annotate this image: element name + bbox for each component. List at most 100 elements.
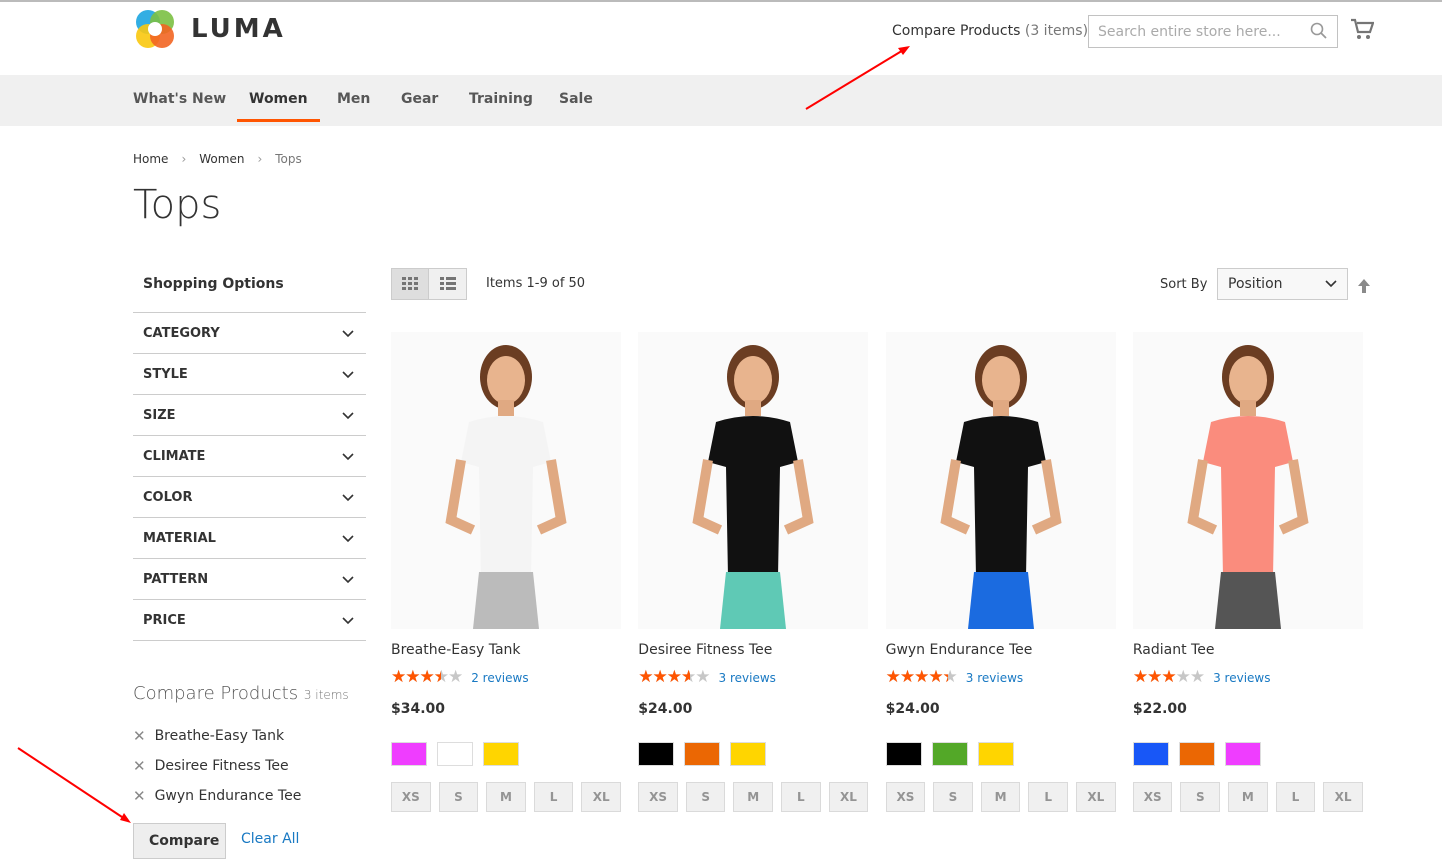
color-swatch[interactable] [1224, 742, 1261, 766]
color-swatch[interactable] [977, 742, 1014, 766]
size-option[interactable]: XS [885, 782, 926, 812]
color-swatch[interactable] [931, 742, 968, 766]
color-swatches [885, 742, 1116, 766]
chevron-down-icon [342, 371, 354, 379]
product-name[interactable]: Desiree Fitness Tee [638, 642, 868, 658]
product-image[interactable] [885, 332, 1116, 629]
product-rating: ★★★★★★★★★★ 3 reviews [886, 669, 1116, 686]
filter-color[interactable]: COLOR [133, 477, 366, 518]
size-option[interactable]: S [438, 782, 479, 812]
product-price: $24.00 [638, 701, 693, 717]
filter-price[interactable]: PRICE [133, 600, 366, 641]
logo[interactable]: LUMA [133, 7, 286, 51]
size-option[interactable]: L [1275, 782, 1316, 812]
color-swatch[interactable] [1132, 742, 1169, 766]
filter-climate[interactable]: CLIMATE [133, 436, 366, 477]
nav-men[interactable]: Men [337, 91, 370, 107]
size-option[interactable]: M [486, 782, 526, 812]
nav-women[interactable]: Women [237, 91, 320, 122]
product-image[interactable] [638, 332, 869, 629]
size-option[interactable]: XS [638, 782, 678, 812]
color-swatch[interactable] [483, 742, 519, 766]
color-swatch[interactable] [885, 742, 922, 766]
product-image[interactable] [1132, 332, 1363, 629]
compare-item-name[interactable]: Breathe-Easy Tank [155, 728, 285, 744]
size-option[interactable]: L [1028, 782, 1068, 812]
nav-whats-new[interactable]: What's New [133, 91, 226, 107]
breadcrumb-home[interactable]: Home [133, 152, 168, 166]
grid-view-icon[interactable] [392, 269, 429, 299]
filter-label: MATERIAL [143, 530, 216, 546]
reviews-link[interactable]: 3 reviews [719, 671, 776, 685]
size-option[interactable]: XS [1132, 782, 1173, 812]
size-option[interactable]: M [733, 782, 774, 812]
color-swatch[interactable] [730, 742, 767, 766]
breadcrumb-women[interactable]: Women [199, 152, 244, 166]
product-name[interactable]: Breathe-Easy Tank [391, 642, 621, 658]
clear-all-link[interactable]: Clear All [241, 831, 299, 847]
compare-item-name[interactable]: Desiree Fitness Tee [155, 758, 289, 774]
reviews-link[interactable]: 2 reviews [471, 671, 528, 685]
filter-style[interactable]: STYLE [133, 354, 366, 395]
toolbar-amount: Items 1-9 of 50 [486, 276, 586, 291]
search-input[interactable]: Search entire store here... [1088, 15, 1338, 48]
product-rating: ★★★★★★★★★★ 2 reviews [391, 669, 621, 686]
size-option[interactable]: XL [828, 782, 869, 812]
filter-pattern[interactable]: PATTERN [133, 559, 366, 600]
nav-sale[interactable]: Sale [559, 91, 593, 107]
size-option[interactable]: S [685, 782, 726, 812]
breadcrumb-current: Tops [275, 152, 302, 166]
color-swatch[interactable] [437, 742, 473, 766]
nav-training[interactable]: Training [469, 91, 533, 107]
search-icon[interactable] [1310, 22, 1328, 40]
color-swatch[interactable] [638, 742, 675, 766]
filter-category[interactable]: CATEGORY [133, 313, 366, 354]
filter-label: PRICE [143, 612, 186, 628]
product-image[interactable] [391, 332, 621, 629]
sort-by-select[interactable]: Position [1217, 268, 1348, 300]
remove-icon[interactable]: ✕ [133, 787, 146, 805]
size-option[interactable]: XS [391, 782, 431, 812]
remove-icon[interactable]: ✕ [133, 757, 146, 775]
sort-direction-arrow-icon[interactable] [1357, 278, 1371, 294]
color-swatch[interactable] [391, 742, 427, 766]
nav-gear[interactable]: Gear [401, 91, 438, 107]
size-option[interactable]: L [533, 782, 574, 812]
size-option[interactable]: L [781, 782, 821, 812]
chevron-down-icon [342, 617, 354, 625]
size-option[interactable]: XL [581, 782, 621, 812]
filter-size[interactable]: SIZE [133, 395, 366, 436]
size-option[interactable]: XL [1075, 782, 1116, 812]
rating-stars: ★★★★★★★★★★ [1132, 667, 1205, 687]
size-options: XS S M L XL [391, 782, 621, 812]
compare-sidebar-title: Compare Products 3 items [133, 683, 349, 704]
product-price: $22.00 [1132, 701, 1187, 717]
size-option[interactable]: M [980, 782, 1021, 812]
color-swatch[interactable] [1178, 742, 1215, 766]
remove-icon[interactable]: ✕ [133, 727, 146, 745]
filter-material[interactable]: MATERIAL [133, 518, 366, 559]
reviews-link[interactable]: 3 reviews [966, 671, 1023, 685]
chevron-down-icon [1325, 280, 1337, 288]
product-name[interactable]: Radiant Tee [1133, 642, 1363, 658]
chevron-down-icon [342, 412, 354, 420]
compare-products-link[interactable]: Compare Products (3 items) [892, 23, 1088, 39]
product-name[interactable]: Gwyn Endurance Tee [886, 642, 1116, 658]
compare-count: 3 items [303, 688, 349, 702]
compare-item: ✕ Gwyn Endurance Tee [133, 787, 301, 805]
reviews-link[interactable]: 3 reviews [1213, 671, 1270, 685]
product-card: Gwyn Endurance Tee ★★★★★★★★★★ 3 reviews … [885, 332, 1116, 812]
color-swatch[interactable] [684, 742, 721, 766]
list-view-icon[interactable] [429, 269, 466, 299]
size-option[interactable]: S [1180, 782, 1221, 812]
breadcrumb-separator: › [257, 152, 263, 166]
compare-item-name[interactable]: Gwyn Endurance Tee [155, 788, 302, 804]
size-options: XS S M L XL [638, 782, 869, 812]
size-option[interactable]: XL [1323, 782, 1363, 812]
chevron-down-icon [342, 330, 354, 338]
size-option[interactable]: M [1228, 782, 1268, 812]
compare-button[interactable]: Compare [133, 823, 226, 859]
size-option[interactable]: S [933, 782, 973, 812]
cart-icon[interactable] [1350, 18, 1374, 40]
filter-label: CLIMATE [143, 448, 206, 464]
